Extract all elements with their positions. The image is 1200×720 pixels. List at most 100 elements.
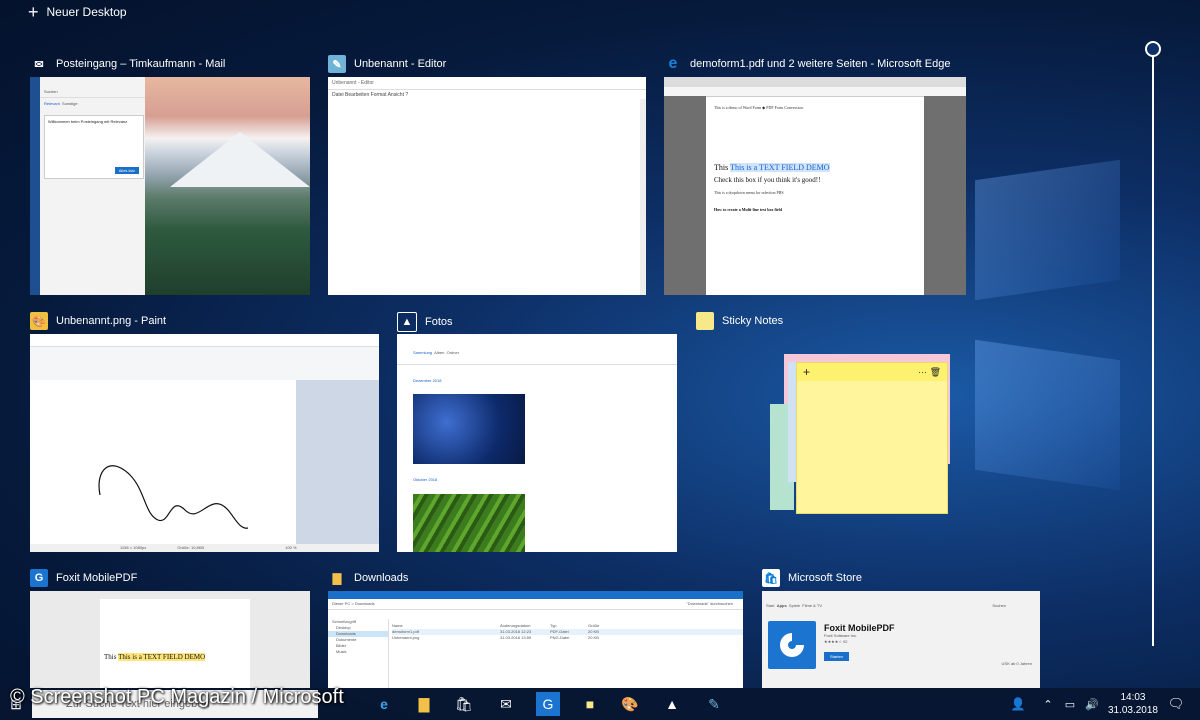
window-title-label: Fotos (425, 316, 453, 328)
notifications-icon[interactable]: 🗨 (1164, 692, 1188, 716)
paint-zoom: 100 % (285, 545, 297, 550)
paint-ribbon (30, 347, 379, 382)
editor-menu: Datei Bearbeiten Format Ansicht ? (332, 92, 409, 98)
network-icon[interactable]: ▭ (1058, 692, 1082, 716)
paint-status-size: 1158 × 1080px (120, 545, 147, 550)
mail-tab-relevant: Relevant (44, 101, 60, 106)
photos-taskbar-icon[interactable]: ▲ (660, 692, 684, 716)
pdf-multiline-title: How to create a Multi-line text box fiel… (714, 207, 783, 212)
sticky-note-front: + ··· 🗑 (796, 362, 948, 514)
window-store[interactable]: 🛍 Microsoft Store Start Apps Spiele Film… (762, 569, 1040, 688)
mail-popup-button: Alles klar (114, 167, 139, 174)
mail-sidebar (30, 77, 40, 295)
thumbnail: This is a demo of Word Form ◆ PDF Form C… (664, 77, 966, 295)
store-taskbar-icon[interactable]: 🛍 (452, 692, 476, 716)
fotos-tab-ordner: Ordner (446, 350, 460, 355)
window-title-label: Unbenannt - Editor (354, 58, 447, 70)
explorer-search: "Downloads" durchsuchen (686, 601, 733, 606)
window-fotos[interactable]: ▲ Fotos Sammlung Alben Ordner Dezember 2… (397, 312, 677, 552)
window-title-label: Foxit MobilePDF (56, 572, 138, 584)
window-sticky-notes[interactable]: Sticky Notes + ··· 🗑 (696, 312, 960, 516)
explorer-path: Dieser PC > Downloads (332, 601, 375, 606)
explorer-taskbar-icon[interactable]: ▇ (412, 692, 436, 716)
timeline-handle[interactable] (1145, 41, 1161, 57)
explorer-navpane: Schnellzugriff Desktop Downloads Dokumen… (328, 619, 389, 688)
sticky-notes-icon (696, 312, 714, 330)
window-title: ▲ Fotos (397, 312, 453, 332)
store-app-name: Foxit MobilePDF (824, 623, 895, 633)
window-title-label: Microsoft Store (788, 572, 862, 584)
window-title: ▇ Downloads (328, 569, 409, 587)
store-search: Suchen (992, 603, 1006, 608)
mountain-image (170, 132, 310, 187)
mail-icon: ✉ (34, 58, 44, 71)
pdf-margin-right (924, 96, 966, 295)
new-desktop-button[interactable]: + Neuer Desktop (28, 2, 127, 22)
edge-taskbar-icon[interactable]: e (372, 692, 396, 716)
store-nav-start: Start (766, 603, 775, 608)
paint-canvas (30, 380, 296, 544)
new-desktop-label: Neuer Desktop (46, 5, 127, 19)
notepad-taskbar-icon[interactable]: ✎ (702, 692, 726, 716)
thumbnail: 1158 × 1080px Größe: 10,8KB 100 % (30, 334, 379, 552)
mail-search: Suchen (40, 77, 145, 98)
fotos-section-december: Dezember 2018 (413, 378, 442, 383)
window-title: Sticky Notes (696, 312, 783, 330)
plus-icon: + (28, 2, 39, 22)
paint-icon: 🎨 (30, 312, 48, 330)
fotos-tab-alben: Alben (434, 350, 445, 355)
sticky-notes-taskbar-icon[interactable]: ■ (578, 692, 602, 716)
store-install-button: Starten (824, 652, 849, 661)
taskbar-clock[interactable]: 14:03 31.03.2018 (1108, 691, 1158, 717)
chevron-up-icon[interactable]: ⌃ (1036, 692, 1060, 716)
paint-status-file: Größe: 10,8KB (177, 545, 205, 550)
edge-icon: e (668, 55, 678, 72)
file-type: PNG-Datei (550, 635, 570, 640)
foxit-taskbar-icon[interactable]: G (536, 692, 560, 716)
edge-addressbar (664, 87, 966, 97)
file-date: 31.03.2018 13:59 (500, 635, 532, 640)
editor-scrollbar (640, 99, 646, 295)
window-title: 🛍 Microsoft Store (762, 569, 862, 587)
window-title: ✎ Unbenannt - Editor (328, 55, 446, 73)
paint-statusbar: 1158 × 1080px Größe: 10,8KB 100 % (30, 544, 379, 552)
photos-icon: ▲ (397, 312, 417, 332)
scribble-drawing (98, 465, 249, 529)
pdf-text-field: This is a TEXT FIELD DEMO (730, 163, 830, 172)
volume-icon[interactable]: 🔊 (1080, 692, 1104, 716)
window-downloads[interactable]: ▇ Downloads Dieser PC > Downloads "Downl… (328, 572, 743, 688)
foxit-icon: G (30, 569, 48, 587)
window-title-label: demoform1.pdf und 2 weitere Seiten - Mic… (690, 58, 951, 70)
store-icon: 🛍 (762, 569, 780, 587)
paint-titlebar (30, 334, 379, 347)
store-nav-spiele: Spiele (788, 603, 801, 608)
window-edge[interactable]: e demoform1.pdf und 2 weitere Seiten - M… (664, 55, 966, 295)
fotos-tab-sammlung: Sammlung (413, 350, 433, 355)
thumbnail: Sammlung Alben Ordner Dezember 2018 Okto… (397, 334, 677, 552)
foxit-page: This This is a TEXT FIELD DEMO (100, 599, 250, 688)
mail-list: Suchen Relevant Sonstige (40, 77, 145, 295)
window-mail[interactable]: ✉ Posteingang – Timkaufmann - Mail Suche… (30, 58, 310, 295)
pdf-margin-left (664, 96, 706, 295)
editor-titlebar: Unbenannt - Editor (328, 77, 646, 90)
people-icon[interactable]: 👤 (1006, 692, 1030, 716)
window-paint[interactable]: 🎨 Unbenannt.png - Paint 1158 × 1080px Gr… (30, 312, 379, 552)
paint-taskbar-icon[interactable]: 🎨 (618, 692, 642, 716)
window-foxit[interactable]: G Foxit MobilePDF This This is a TEXT FI… (30, 569, 310, 688)
edge-tabbar (664, 77, 966, 87)
fotos-section-october: Oktober 2018 (413, 477, 438, 482)
mail-popup: Willkommen beim Posteingang mit Relevanz… (44, 115, 144, 179)
file-table: Name Änderungsdatum Typ Größe demoform1.… (392, 623, 743, 641)
mail-taskbar-icon[interactable]: ✉ (494, 692, 518, 716)
mail-tab-sonstige: Sonstige (62, 101, 78, 106)
pdf-body-lines (714, 111, 916, 163)
window-title: 🎨 Unbenannt.png - Paint (30, 312, 166, 330)
file-size: 20 KB (588, 635, 599, 640)
thumbnail: This This is a TEXT FIELD DEMO (30, 591, 310, 688)
store-rating: ★★★★☆ 92 (824, 639, 848, 644)
clock-date: 31.03.2018 (1107, 705, 1158, 716)
pdf-page: This is a demo of Word Form ◆ PDF Form C… (706, 99, 924, 295)
foxit-text-field: This is a TEXT FIELD DEMO (118, 653, 206, 661)
store-nav-filme: Filme & TV (802, 603, 822, 608)
window-editor[interactable]: ✎ Unbenannt - Editor Unbenannt - Editor … (328, 55, 646, 295)
